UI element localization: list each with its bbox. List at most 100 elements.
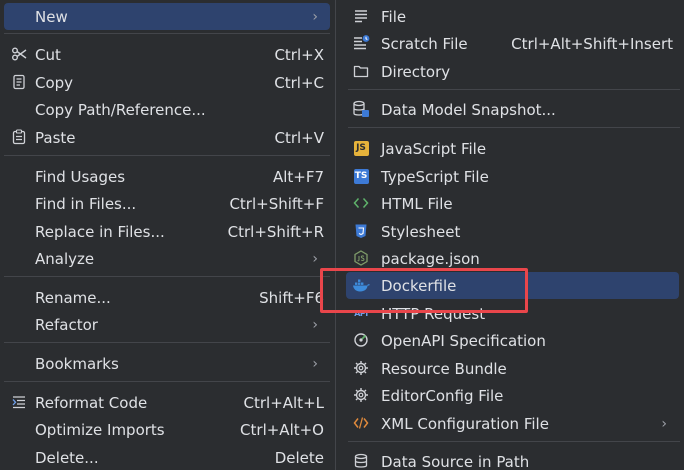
menu-item-label: File	[381, 7, 407, 26]
menu-item-label: OpenAPI Specification	[381, 331, 546, 350]
submenu-item-scratch-file[interactable]: Scratch File Ctrl+Alt+Shift+Insert	[346, 30, 679, 57]
menu-item-label: Stylesheet	[381, 222, 461, 241]
menu-separator	[4, 276, 330, 277]
menu-item-analyze[interactable]: Analyze ›	[4, 245, 330, 272]
menu-item-delete[interactable]: Delete... Delete	[4, 444, 330, 470]
menu-item-label: Copy	[35, 73, 74, 92]
file-lines-icon	[352, 7, 370, 25]
menu-item-reformat-code[interactable]: Reformat Code Ctrl+Alt+L	[4, 389, 330, 416]
submenu-item-file[interactable]: File	[346, 3, 679, 30]
submenu-item-openapi-specification[interactable]: OpenAPI Specification	[346, 327, 679, 354]
shortcut: Delete	[274, 448, 324, 467]
shortcut: Ctrl+Alt+Shift+Insert	[511, 34, 673, 53]
shortcut: Ctrl+Shift+R	[227, 222, 324, 241]
menu-separator	[4, 155, 330, 156]
submenu-item-resource-bundle[interactable]: Resource Bundle	[346, 355, 679, 382]
chevron-right-icon: ›	[661, 415, 667, 432]
reformat-icon	[10, 393, 28, 411]
xml-code-icon	[352, 414, 370, 432]
chevron-right-icon: ›	[312, 8, 318, 25]
menu-item-label: New	[35, 7, 68, 26]
menu-item-copy-path[interactable]: Copy Path/Reference...	[4, 96, 330, 123]
css-shield-icon	[352, 222, 370, 240]
menu-item-label: Data Model Snapshot...	[381, 100, 556, 119]
menu-item-rename[interactable]: Rename... Shift+F6	[4, 284, 330, 311]
menu-separator	[4, 33, 330, 34]
submenu-item-directory[interactable]: Directory	[346, 58, 679, 85]
javascript-icon: JS	[352, 139, 370, 157]
menu-item-bookmarks[interactable]: Bookmarks ›	[4, 350, 330, 377]
submenu-item-stylesheet[interactable]: Stylesheet	[346, 218, 679, 245]
menu-item-label: Optimize Imports	[35, 420, 165, 439]
menu-item-label: Find in Files...	[35, 194, 137, 213]
submenu-item-javascript-file[interactable]: JS JavaScript File	[346, 135, 679, 162]
shortcut: Shift+F6	[259, 288, 324, 307]
project-context-menu: New › Cut Ctrl+X Copy Ctrl+C Copy Path/R…	[0, 0, 334, 470]
menu-item-label: Scratch File	[381, 34, 468, 53]
copy-icon	[10, 73, 28, 91]
submenu-item-html-file[interactable]: HTML File	[346, 190, 679, 217]
chevron-right-icon: ›	[312, 250, 318, 267]
menu-separator	[348, 441, 680, 442]
menu-separator	[4, 342, 330, 343]
shortcut: Ctrl+Alt+L	[243, 393, 325, 412]
scissors-icon	[10, 45, 28, 63]
submenu-item-editorconfig-file[interactable]: EditorConfig File	[346, 382, 679, 409]
menu-item-paste[interactable]: Paste Ctrl+V	[4, 124, 330, 151]
database-icon	[352, 452, 370, 470]
menu-separator	[348, 89, 680, 90]
menu-item-find-usages[interactable]: Find Usages Alt+F7	[4, 163, 330, 190]
menu-item-label: EditorConfig File	[381, 386, 504, 405]
menu-item-replace-in-files[interactable]: Replace in Files... Ctrl+Shift+R	[4, 218, 330, 245]
menu-item-label: Find Usages	[35, 167, 126, 186]
submenu-item-xml-configuration-file[interactable]: XML Configuration File ›	[346, 410, 679, 437]
menu-separator	[4, 381, 330, 382]
menu-separator	[348, 127, 680, 128]
new-submenu: File Scratch File Ctrl+Alt+Shift+Insert …	[335, 0, 684, 470]
chevron-right-icon: ›	[312, 316, 318, 333]
menu-item-label: Directory	[381, 62, 451, 81]
openapi-icon	[352, 331, 370, 349]
menu-item-label: Reformat Code	[35, 393, 148, 412]
menu-item-label: Refactor	[35, 315, 98, 334]
annotation-highlight-box	[320, 268, 528, 313]
menu-item-label: JavaScript File	[381, 139, 487, 158]
scratch-file-icon	[352, 34, 370, 52]
folder-icon	[352, 62, 370, 80]
menu-item-optimize-imports[interactable]: Optimize Imports Ctrl+Alt+O	[4, 416, 330, 443]
menu-item-label: Cut	[35, 45, 61, 64]
shortcut: Ctrl+Alt+O	[240, 420, 324, 439]
menu-item-label: package.json	[381, 249, 480, 268]
menu-item-label: Copy Path/Reference...	[35, 100, 206, 119]
menu-item-refactor[interactable]: Refactor ›	[4, 311, 330, 338]
submenu-item-data-source-in-path[interactable]: Data Source in Path	[346, 448, 679, 470]
typescript-icon: TS	[352, 167, 370, 185]
shortcut: Ctrl+X	[274, 45, 324, 64]
gear-icon	[352, 359, 370, 377]
submenu-item-typescript-file[interactable]: TS TypeScript File	[346, 163, 679, 190]
shortcut: Ctrl+V	[274, 128, 324, 147]
clipboard-icon	[10, 128, 28, 146]
submenu-item-data-model-snapshot[interactable]: Data Model Snapshot...	[346, 96, 679, 123]
menu-item-label: Replace in Files...	[35, 222, 165, 241]
menu-item-label: Resource Bundle	[381, 359, 507, 378]
menu-item-label: HTML File	[381, 194, 453, 213]
html-code-icon	[352, 194, 370, 212]
database-snapshot-icon	[352, 100, 370, 118]
menu-item-new[interactable]: New ›	[4, 3, 330, 30]
menu-item-label: Rename...	[35, 288, 111, 307]
shortcut: Alt+F7	[272, 167, 324, 186]
menu-item-copy[interactable]: Copy Ctrl+C	[4, 69, 330, 96]
shortcut: Ctrl+Shift+F	[229, 194, 324, 213]
menu-item-cut[interactable]: Cut Ctrl+X	[4, 41, 330, 68]
menu-item-find-in-files[interactable]: Find in Files... Ctrl+Shift+F	[4, 190, 330, 217]
menu-item-label: XML Configuration File	[381, 414, 549, 433]
shortcut: Ctrl+C	[274, 73, 324, 92]
menu-item-label: Data Source in Path	[381, 452, 530, 470]
nodejs-icon	[352, 249, 370, 267]
gear-icon	[352, 386, 370, 404]
menu-item-label: Bookmarks	[35, 354, 119, 373]
menu-item-label: Delete...	[35, 448, 99, 467]
menu-item-label: Paste	[35, 128, 76, 147]
menu-item-label: TypeScript File	[381, 167, 489, 186]
